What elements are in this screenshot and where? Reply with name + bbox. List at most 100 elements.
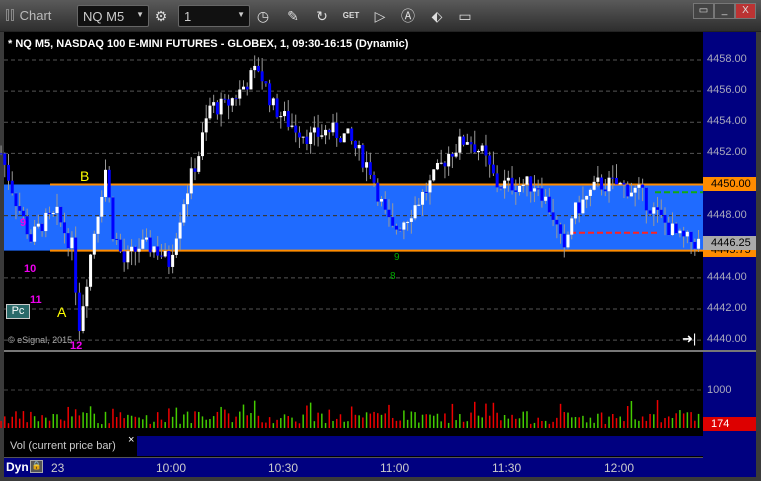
- candle: [338, 137, 342, 143]
- setup-count-8: 8: [390, 271, 396, 282]
- candle: [391, 217, 395, 226]
- candle: [353, 140, 357, 149]
- candle: [588, 189, 592, 196]
- candle: [178, 222, 182, 239]
- candle: [238, 89, 242, 99]
- volume-axis-label: 1000: [707, 384, 732, 396]
- lock-icon[interactable]: 🔒: [30, 460, 43, 473]
- candle: [670, 223, 674, 236]
- candle: [208, 105, 212, 119]
- candle: [77, 292, 81, 331]
- candle: [469, 142, 473, 145]
- candle: [439, 162, 443, 164]
- price-axis-label: 4458.00: [707, 53, 747, 65]
- candle: [506, 177, 510, 181]
- candle: [327, 129, 331, 133]
- candle: [596, 177, 600, 182]
- candle: [689, 231, 693, 242]
- candle: [697, 238, 701, 249]
- candle: [283, 111, 287, 117]
- candle: [55, 206, 59, 214]
- candle: [566, 234, 570, 248]
- candle: [693, 241, 697, 249]
- close-icon[interactable]: ×: [128, 434, 134, 446]
- candle: [521, 184, 525, 186]
- candle: [476, 150, 480, 153]
- candle: [182, 204, 186, 223]
- scroll-to-end-icon[interactable]: ➜|: [682, 331, 696, 347]
- candle: [204, 118, 208, 133]
- candle: [342, 133, 346, 143]
- candle: [256, 65, 260, 72]
- candle: [137, 248, 141, 252]
- candle: [48, 212, 52, 214]
- candle: [622, 182, 626, 185]
- candle: [607, 177, 611, 192]
- candle: [357, 144, 361, 149]
- candle: [626, 184, 630, 197]
- candle: [682, 230, 686, 237]
- time-label: 11:30: [492, 461, 522, 475]
- volume-label-strip: [137, 436, 703, 456]
- candle: [249, 70, 253, 90]
- candle: [156, 246, 160, 256]
- candle: [268, 83, 272, 106]
- candle: [465, 142, 469, 145]
- candle: [633, 187, 637, 193]
- candle: [536, 188, 540, 190]
- candle: [286, 111, 290, 127]
- candle: [51, 213, 55, 215]
- candle: [674, 223, 678, 234]
- candle: [581, 199, 585, 214]
- candle: [96, 216, 100, 234]
- candle: [573, 202, 577, 219]
- candle: [130, 246, 134, 252]
- last-price-tag: 4446.25: [703, 236, 756, 250]
- upper-band-tag: 4450.00: [703, 177, 756, 191]
- candle: [312, 127, 316, 133]
- candle: [540, 188, 544, 201]
- candle: [133, 246, 137, 252]
- time-axis[interactable]: [4, 457, 703, 477]
- candle: [518, 185, 522, 192]
- candle: [413, 205, 417, 219]
- candle: [335, 122, 339, 138]
- candle: [324, 129, 328, 136]
- candle: [402, 222, 406, 230]
- candle: [70, 237, 74, 249]
- candle: [641, 184, 645, 188]
- candle: [503, 180, 507, 189]
- candle: [462, 136, 466, 145]
- time-label: 11:00: [380, 461, 410, 475]
- count-9: 9: [20, 217, 27, 229]
- marker-b: B: [80, 168, 90, 184]
- candle: [167, 251, 171, 267]
- candle: [473, 144, 477, 153]
- candle: [480, 145, 484, 151]
- candle: [227, 99, 231, 106]
- candle: [350, 128, 354, 141]
- candle: [242, 86, 245, 90]
- dynamic-label[interactable]: Dyn: [6, 460, 29, 474]
- candle: [659, 209, 663, 215]
- candle: [424, 191, 428, 193]
- candle: [100, 196, 104, 217]
- candle: [118, 239, 122, 252]
- candle: [85, 286, 89, 307]
- pc-marker[interactable]: Pc: [6, 304, 30, 319]
- candle: [562, 233, 566, 248]
- candle: [551, 212, 555, 220]
- price-axis-label: 4452.00: [707, 146, 747, 159]
- candle: [7, 164, 11, 181]
- candle: [219, 98, 223, 115]
- candle: [547, 196, 551, 213]
- candle: [294, 125, 298, 133]
- volume-tag: 174: [703, 417, 756, 431]
- candle: [644, 187, 648, 211]
- candle: [577, 202, 581, 214]
- candle: [279, 116, 283, 118]
- candle: [387, 209, 391, 218]
- candle: [193, 168, 197, 172]
- candle: [111, 197, 115, 239]
- candle: [18, 206, 22, 211]
